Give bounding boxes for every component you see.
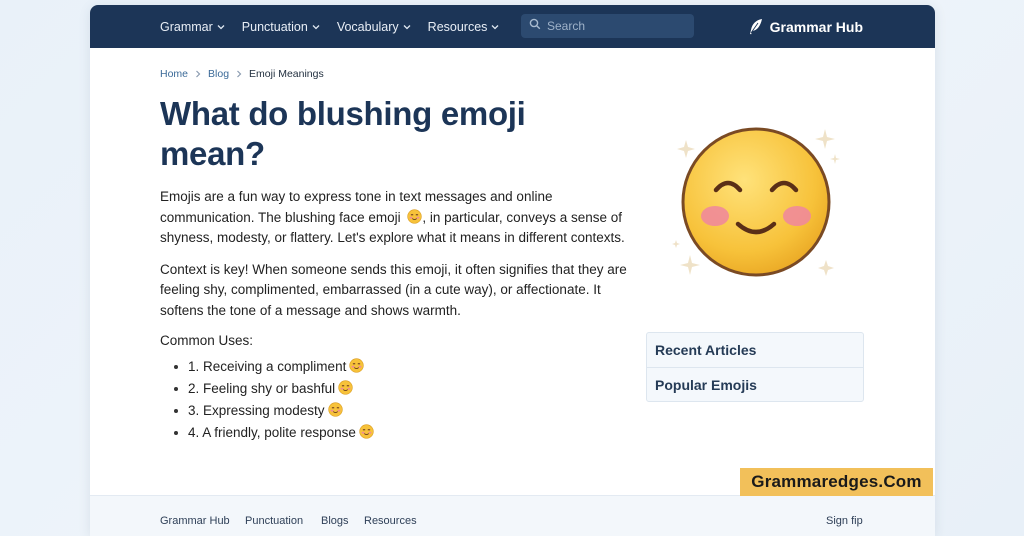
nav-vocabulary[interactable]: Vocabulary xyxy=(337,20,411,34)
list-item-text: 4. A friendly, polite response xyxy=(188,424,356,440)
feather-icon xyxy=(748,18,764,36)
list-item: 4. A friendly, polite response xyxy=(174,422,640,444)
footer-sign-in[interactable]: Sign fip xyxy=(826,515,863,527)
browser-page: Grammar Punctuation Vocabulary Resources… xyxy=(90,5,935,536)
list-item: 2. Feeling shy or bashful xyxy=(174,378,640,400)
search-box[interactable] xyxy=(521,14,694,38)
footer-link-resources[interactable]: Resources xyxy=(364,515,417,527)
breadcrumb-current: Emoji Meanings xyxy=(249,68,324,80)
blushing-emoji-icon xyxy=(327,401,343,417)
context-paragraph: Context is key! When someone sends this … xyxy=(160,261,627,318)
search-input[interactable] xyxy=(547,19,687,33)
blushing-face-emoji-illustration xyxy=(672,127,840,277)
breadcrumb-home[interactable]: Home xyxy=(160,68,188,80)
article: Home Blog Emoji Meanings What do blushin… xyxy=(160,48,640,444)
chevron-right-icon xyxy=(236,70,242,78)
sidebar: Recent Articles Popular Emojis xyxy=(646,332,864,402)
breadcrumb-blog[interactable]: Blog xyxy=(208,68,229,80)
nav-punctuation[interactable]: Punctuation xyxy=(242,20,320,34)
chevron-right-icon xyxy=(195,70,201,78)
sidebar-item-popular-emojis[interactable]: Popular Emojis xyxy=(647,367,863,401)
list-item: 3. Expressing modesty xyxy=(174,400,640,422)
watermark-label: Grammaredges.Com xyxy=(740,468,933,496)
page-title: What do blushing emoji mean? xyxy=(160,95,526,172)
list-item: 1. Receiving a compliment xyxy=(174,356,640,378)
nav-grammar[interactable]: Grammar xyxy=(160,20,225,34)
footer: Grammar Hub Punctuation Blogs Resources … xyxy=(90,495,935,536)
sidebar-item-recent-articles[interactable]: Recent Articles xyxy=(647,333,863,367)
blushing-emoji-icon xyxy=(349,357,364,373)
brand-logo[interactable]: Grammar Hub xyxy=(748,5,863,48)
nav-label: Resources xyxy=(427,19,488,34)
intro-paragraph: Emojis are a fun way to express tone in … xyxy=(160,187,635,249)
chevron-down-icon xyxy=(312,23,320,31)
footer-link-grammar-hub[interactable]: Grammar Hub xyxy=(160,515,230,527)
footer-link-blogs[interactable]: Blogs xyxy=(321,515,349,527)
uses-list: 1. Receiving a compliment 2. Feeling shy… xyxy=(160,356,640,444)
chevron-down-icon xyxy=(491,23,499,31)
blushing-emoji-icon xyxy=(359,423,374,439)
list-item-text: 1. Receiving a compliment xyxy=(188,358,347,374)
nav-label: Punctuation xyxy=(241,19,308,34)
top-navigation: Grammar Punctuation Vocabulary Resources… xyxy=(90,5,935,48)
uses-heading: Common Uses: xyxy=(160,332,254,348)
footer-link-punctuation[interactable]: Punctuation xyxy=(245,515,303,527)
list-item-text: 2. Feeling shy or bashful xyxy=(188,380,336,396)
nav-label: Vocabulary xyxy=(336,19,399,34)
blushing-emoji-icon xyxy=(407,208,423,224)
blushing-emoji-icon xyxy=(338,379,353,395)
nav-label: Grammar xyxy=(160,19,213,34)
chevron-down-icon xyxy=(403,23,411,31)
nav-resources[interactable]: Resources xyxy=(428,20,500,34)
search-icon xyxy=(529,17,541,35)
breadcrumb: Home Blog Emoji Meanings xyxy=(160,68,640,80)
chevron-down-icon xyxy=(217,23,225,31)
brand-name: Grammar Hub xyxy=(769,18,863,35)
list-item-text: 3. Expressing modesty xyxy=(188,402,325,418)
